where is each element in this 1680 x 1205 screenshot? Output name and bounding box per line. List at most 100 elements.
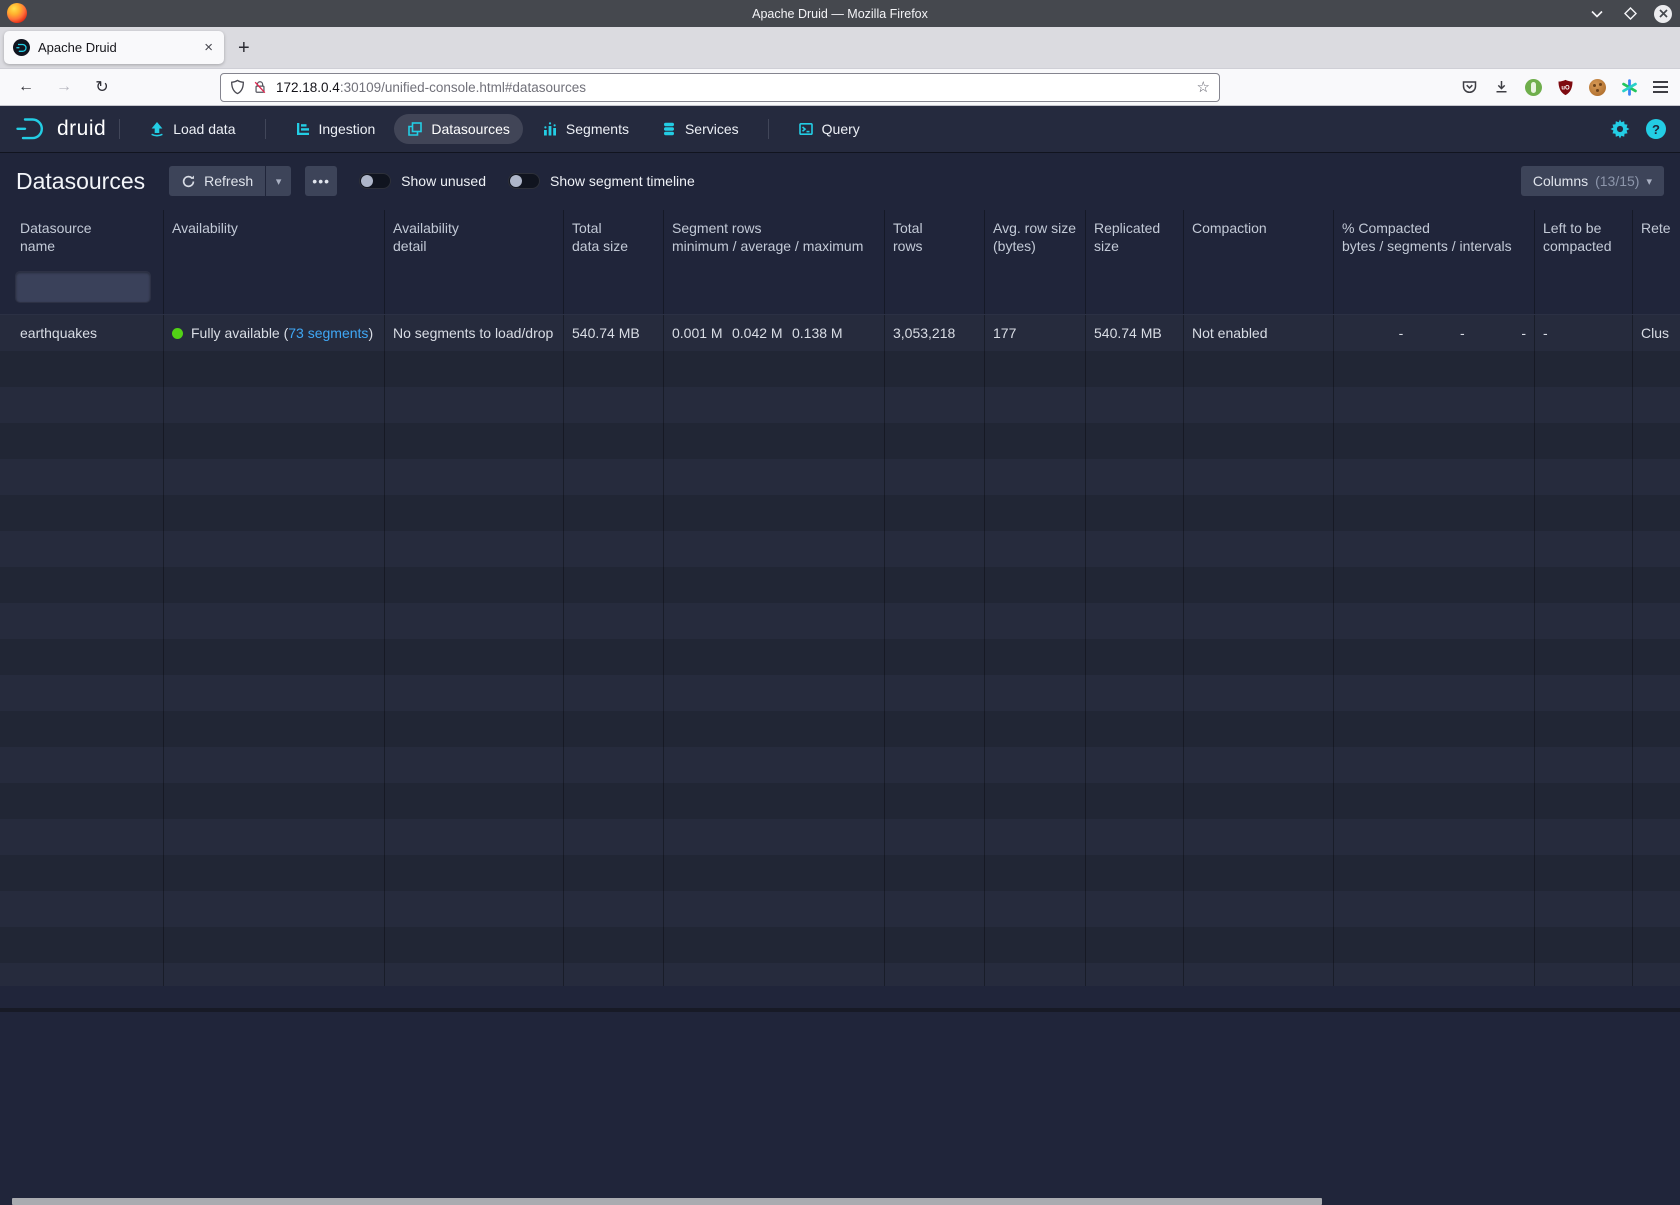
column-header-avg-row-size[interactable]: Avg. row size(bytes) xyxy=(985,210,1086,262)
pocket-icon[interactable] xyxy=(1461,79,1478,95)
tab-apache-druid[interactable]: Apache Druid × xyxy=(4,31,224,64)
table-cell-empty xyxy=(385,531,564,567)
cookie-extension-icon[interactable] xyxy=(1589,79,1606,96)
download-icon[interactable] xyxy=(1493,79,1510,95)
gear-icon[interactable] xyxy=(1610,119,1630,139)
column-header-segment-rows[interactable]: Segment rowsminimum / average / maximum xyxy=(664,210,885,262)
more-actions-button[interactable]: ••• xyxy=(305,166,337,196)
toggle-track[interactable] xyxy=(359,173,391,189)
reload-button[interactable]: ↻ xyxy=(90,77,114,97)
menu-hamburger-icon[interactable] xyxy=(1653,81,1668,93)
table-cell-empty xyxy=(164,927,385,963)
table-row-empty xyxy=(0,855,1680,891)
table-cell-empty xyxy=(985,459,1086,495)
column-header-compaction[interactable]: Compaction xyxy=(1184,210,1334,262)
table-cell-empty xyxy=(885,531,985,567)
table-cell-empty xyxy=(164,351,385,387)
table-cell-empty xyxy=(1633,963,1680,986)
table-cell-empty xyxy=(1633,711,1680,747)
page-title: Datasources xyxy=(16,168,145,195)
bookmark-star-icon[interactable]: ☆ xyxy=(1197,78,1210,96)
column-header-pct-compacted[interactable]: % Compactedbytes / segments / intervals xyxy=(1334,210,1535,262)
table-cell-empty xyxy=(1633,891,1680,927)
asterisk-extension-icon[interactable] xyxy=(1621,79,1638,96)
nav-item-services[interactable]: Services xyxy=(648,114,752,144)
table-cell-empty xyxy=(1086,495,1184,531)
segment-rows-avg: 0.042 M xyxy=(732,325,792,341)
table-body: earthquakes Fully available ( 73 segment… xyxy=(0,315,1680,986)
chevron-down-icon: ▾ xyxy=(276,175,282,188)
window-maximize-icon[interactable] xyxy=(1621,5,1639,23)
column-header-left-to-be-compacted[interactable]: Left to becompacted xyxy=(1535,210,1633,262)
shield-icon[interactable] xyxy=(230,79,245,95)
horizontal-scrollbar[interactable] xyxy=(12,1198,1322,1205)
refresh-dropdown-button[interactable]: ▾ xyxy=(266,166,291,196)
column-header-availability-detail[interactable]: Availabilitydetail xyxy=(385,210,564,262)
show-unused-switch[interactable]: Show unused xyxy=(359,173,486,189)
column-header-replicated-size[interactable]: Replicatedsize xyxy=(1086,210,1184,262)
ublock-origin-icon[interactable]: uO xyxy=(1557,79,1574,96)
table-cell-empty xyxy=(1334,639,1535,675)
nav-item-datasources[interactable]: Datasources xyxy=(394,114,523,144)
forward-button[interactable]: → xyxy=(52,78,76,96)
refresh-icon xyxy=(181,174,196,189)
nav-item-load-data[interactable]: Load data xyxy=(136,114,248,144)
table-cell-empty xyxy=(385,927,564,963)
cell-retention: Clus xyxy=(1633,315,1680,351)
refresh-button[interactable]: Refresh xyxy=(169,166,265,196)
table-cell-empty xyxy=(0,603,164,639)
table-cell-empty xyxy=(1633,819,1680,855)
table-row-empty xyxy=(0,639,1680,675)
table-cell-empty xyxy=(385,639,564,675)
segments-link[interactable]: 73 segments xyxy=(288,325,368,341)
nav-item-ingestion[interactable]: Ingestion xyxy=(282,114,389,144)
nav-item-segments[interactable]: Segments xyxy=(529,114,642,144)
table-cell-empty xyxy=(1086,639,1184,675)
extension-privacy-icon[interactable] xyxy=(1525,79,1542,96)
window-minimize-icon[interactable] xyxy=(1588,5,1606,23)
druid-logo[interactable]: druid xyxy=(14,116,106,142)
columns-count: (13/15) xyxy=(1595,173,1639,189)
toggle-track[interactable] xyxy=(508,173,540,189)
table-cell-empty xyxy=(1184,459,1334,495)
url-bar[interactable]: 172.18.0.4:30109/unified-console.html#da… xyxy=(220,73,1220,102)
help-icon[interactable]: ? xyxy=(1646,119,1666,139)
table-row-empty xyxy=(0,675,1680,711)
column-header-total-rows[interactable]: Totalrows xyxy=(885,210,985,262)
datasource-name-filter-input[interactable] xyxy=(16,272,150,302)
columns-button[interactable]: Columns (13/15) ▾ xyxy=(1521,166,1664,196)
cell-compaction: Not enabled xyxy=(1184,315,1334,351)
table-cell-empty xyxy=(1086,963,1184,986)
table-cell-empty xyxy=(1334,819,1535,855)
column-header-retention[interactable]: Rete xyxy=(1633,210,1680,262)
table-cell-empty xyxy=(164,747,385,783)
table-cell-empty xyxy=(1184,747,1334,783)
window-close-icon[interactable] xyxy=(1654,5,1672,23)
tab-close-icon[interactable]: × xyxy=(202,39,215,56)
table-cell-empty xyxy=(664,819,885,855)
insecure-lock-icon[interactable] xyxy=(253,79,267,95)
table-row-empty xyxy=(0,927,1680,963)
nav-item-label: Load data xyxy=(173,121,235,137)
new-tab-button[interactable]: + xyxy=(238,38,250,58)
table-cell-empty xyxy=(664,747,885,783)
table-cell-empty xyxy=(1633,351,1680,387)
table-cell-empty xyxy=(564,783,664,819)
column-header-total-data-size[interactable]: Totaldata size xyxy=(564,210,664,262)
table-cell-empty xyxy=(985,675,1086,711)
table-cell-empty xyxy=(564,855,664,891)
table-cell-empty xyxy=(0,567,164,603)
table-cell-empty xyxy=(985,711,1086,747)
column-header-datasource-name[interactable]: Datasourcename xyxy=(0,210,164,262)
column-header-availability[interactable]: Availability xyxy=(164,210,385,262)
back-button[interactable]: ← xyxy=(14,78,38,96)
table-row-empty xyxy=(0,567,1680,603)
druid-navbar: druid Load data Ingestion Datasources xyxy=(0,106,1680,152)
nav-item-query[interactable]: Query xyxy=(785,114,873,144)
table-cell-empty xyxy=(564,711,664,747)
table-cell-empty xyxy=(985,963,1086,986)
show-segment-timeline-switch[interactable]: Show segment timeline xyxy=(508,173,695,189)
table-row-empty xyxy=(0,711,1680,747)
table-cell-empty xyxy=(0,927,164,963)
table-cell-empty xyxy=(1535,747,1633,783)
